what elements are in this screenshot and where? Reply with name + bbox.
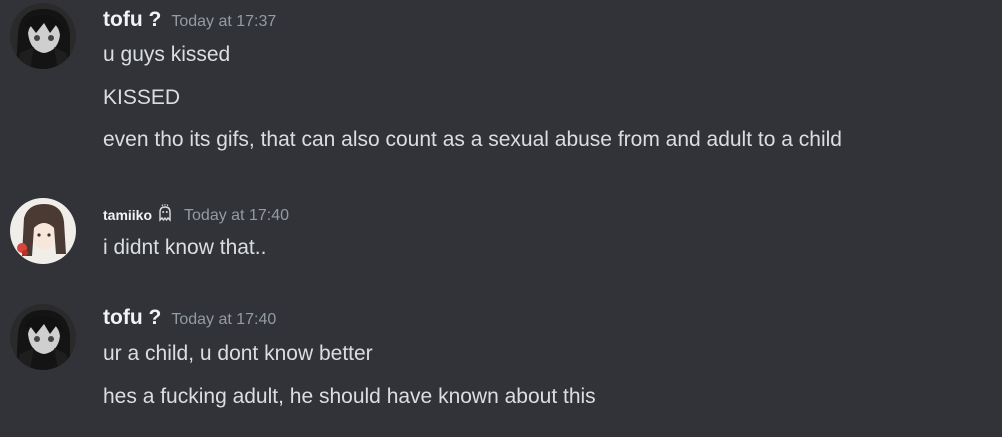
- timestamp[interactable]: Today at 17:40: [184, 207, 289, 225]
- message-text: KISSED: [103, 86, 181, 109]
- message-group: tamiiko Today at 17:40 i didnt know that…: [0, 190, 1002, 280]
- username[interactable]: tamiiko: [103, 207, 152, 223]
- chat-message-list: tofu ? Today at 17:37 u guys kissed KISS…: [0, 0, 1002, 437]
- message-text: ur a child, u dont know better: [103, 342, 373, 365]
- message-group: tofu ? Today at 17:40 ur a child, u dont…: [0, 296, 1002, 437]
- avatar[interactable]: [10, 198, 76, 264]
- avatar[interactable]: [10, 3, 76, 69]
- message-text: hes a fucking adult, he should have know…: [103, 385, 596, 408]
- message-text: u guys kissed: [103, 43, 231, 66]
- message-header: tamiiko Today at 17:40: [103, 202, 289, 225]
- message-header: tofu ? Today at 17:40: [103, 306, 276, 330]
- message-header: tofu ? Today at 17:37: [103, 8, 276, 32]
- username[interactable]: tofu ?: [103, 306, 161, 330]
- message-text: i didnt know that..: [103, 236, 267, 259]
- message-group: tofu ? Today at 17:37 u guys kissed KISS…: [0, 0, 1002, 180]
- avatar[interactable]: [10, 304, 76, 370]
- username[interactable]: tofu ?: [103, 8, 161, 32]
- ghost-badge-icon[interactable]: [156, 204, 174, 222]
- timestamp[interactable]: Today at 17:37: [171, 13, 276, 31]
- timestamp[interactable]: Today at 17:40: [171, 311, 276, 329]
- message-text: even tho its gifs, that can also count a…: [103, 128, 842, 151]
